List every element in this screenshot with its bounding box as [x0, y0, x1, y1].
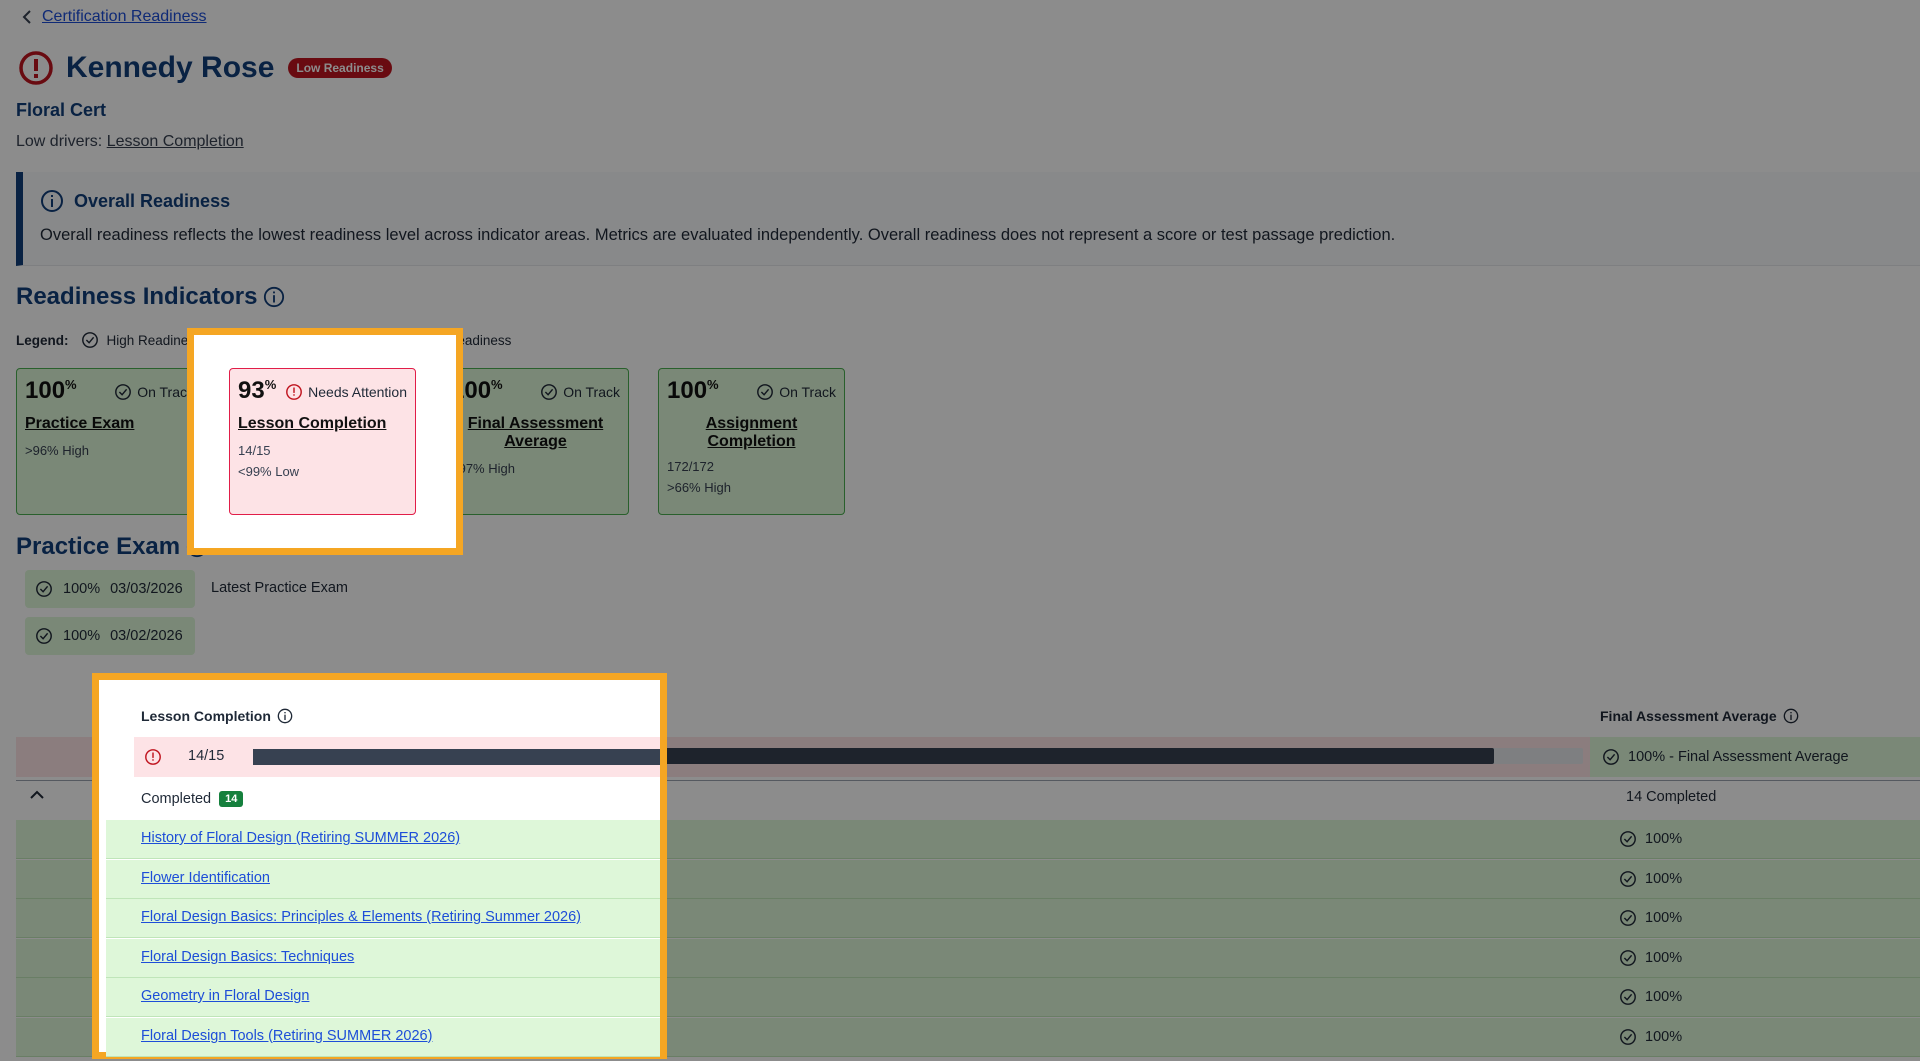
- lesson-row-highlighted: Floral Design Basics: Principles & Eleme…: [106, 899, 660, 938]
- lesson-link[interactable]: History of Floral Design (Retiring SUMME…: [141, 830, 460, 846]
- lesson-link[interactable]: Floral Design Tools (Retiring SUMMER 202…: [141, 1028, 432, 1044]
- lesson-link[interactable]: Floral Design Basics: Principles & Eleme…: [141, 909, 581, 925]
- lesson-row-highlighted: Floral Design Tools (Retiring SUMMER 202…: [106, 1017, 660, 1057]
- completed-count-badge: 14: [219, 791, 244, 807]
- card-sub: 14/15 <99% Low: [238, 441, 407, 483]
- lesson-link[interactable]: Floral Design Basics: Techniques: [141, 949, 354, 965]
- progress-fill-highlighted: [253, 749, 660, 765]
- card-sub-line1: 14/15: [238, 443, 271, 458]
- lesson-row-highlighted: Floral Design Basics: Techniques: [106, 938, 660, 978]
- progress-row-highlighted: 14/15: [134, 737, 660, 777]
- indicator-card-lesson-completion[interactable]: 93% Needs Attention Lesson Completion 14…: [229, 368, 416, 515]
- completed-label: Completed: [141, 791, 212, 807]
- completed-group-header[interactable]: Completed 14: [106, 780, 660, 818]
- lesson-row-highlighted: Flower Identification: [106, 859, 660, 899]
- lesson-link[interactable]: Flower Identification: [141, 870, 270, 886]
- info-icon[interactable]: [277, 708, 293, 724]
- col-header-lesson: Lesson Completion: [141, 708, 293, 724]
- progress-label: 14/15: [188, 748, 225, 764]
- lesson-row-highlighted: Geometry in Floral Design: [106, 978, 660, 1017]
- card-sub-line2: <99% Low: [238, 463, 300, 479]
- lesson-row-highlighted: History of Floral Design (Retiring SUMME…: [106, 820, 660, 859]
- alert-icon: [285, 383, 303, 401]
- alert-icon: [144, 748, 162, 766]
- lesson-link[interactable]: Geometry in Floral Design: [141, 988, 309, 1004]
- card-status: Needs Attention: [285, 383, 407, 401]
- col-lesson-text: Lesson Completion: [141, 708, 271, 724]
- card-name-link[interactable]: Lesson Completion: [238, 415, 407, 433]
